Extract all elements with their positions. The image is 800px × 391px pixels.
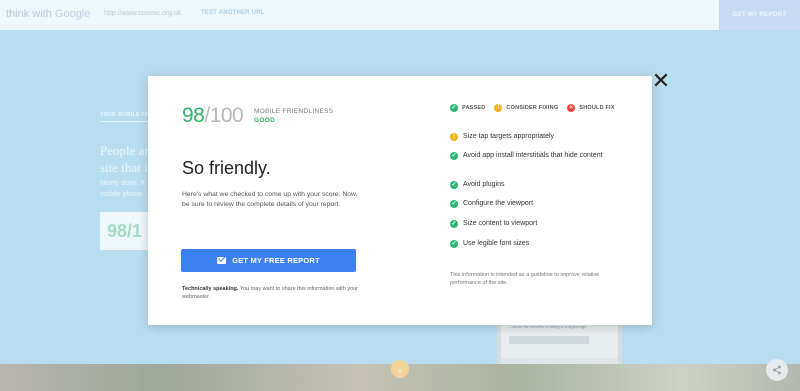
check-item-label: Use legible font sizes — [463, 240, 530, 247]
background-heading-line2: site that is — [100, 160, 153, 175]
mail-icon — [217, 257, 227, 264]
close-icon: ✕ — [651, 68, 671, 93]
share-icon — [773, 365, 781, 375]
technical-note-bold: Technically speaking. — [182, 286, 239, 292]
background-score: 98/1 — [107, 221, 143, 241]
background-heading-line1: People are — [100, 143, 155, 158]
get-my-report-button[interactable]: GET MY REPORT — [719, 0, 800, 30]
check-item-label: Size content to viewport — [463, 220, 538, 227]
exclamation-icon: ! — [450, 133, 458, 141]
background-score-card: 98/1 — [100, 212, 148, 250]
check-item: ✓ Avoid plugins — [450, 180, 505, 190]
legend-passed: ✓ PASSED — [450, 104, 485, 112]
check-item-label: Size tap targets appropriately — [463, 133, 555, 140]
score-total: /100 — [204, 104, 244, 127]
status-legend: ✓ PASSED ! CONSIDER FIXING × SHOULD FIX — [450, 104, 615, 112]
chevron-down-icon: ⌄ — [396, 363, 404, 374]
brand-prefix: think with — [6, 8, 52, 20]
score-value: 98 — [182, 104, 205, 127]
check-item-label: Avoid plugins — [463, 181, 505, 188]
background-divider — [100, 121, 148, 122]
tested-url: http://www.cosmic.org.uk — [104, 10, 182, 17]
legend-passed-label: PASSED — [462, 105, 486, 111]
share-button[interactable] — [766, 359, 788, 381]
modal-description: Here's what we checked to come up with y… — [182, 191, 358, 208]
phone-preview-bar — [509, 336, 589, 344]
background-body-line2: mobile phone. — [100, 191, 144, 198]
get-free-report-button[interactable]: GET MY FREE REPORT — [181, 249, 356, 272]
exclamation-icon: ! — [494, 104, 503, 112]
test-another-url-link[interactable]: TEST ANOTHER URL — [201, 10, 265, 16]
background-heading: People are site that is — [100, 142, 155, 176]
check-icon: ✓ — [450, 104, 458, 112]
check-icon: ✓ — [450, 240, 458, 248]
scroll-down-button[interactable]: ⌄ — [391, 360, 409, 378]
check-item: ✓ Configure the viewport — [450, 199, 533, 209]
check-item-label: Avoid app install interstitials that hid… — [463, 152, 603, 159]
get-free-report-label: GET MY FREE REPORT — [232, 256, 320, 265]
legend-fix-label: SHOULD FIX — [579, 105, 615, 111]
results-modal: 98/100 MOBILE FRIENDLINESS GOOD So frien… — [148, 76, 652, 325]
phone-preview: ...about the benefits of being in a digi… — [497, 318, 622, 368]
background-section-label: YOUR MOBILE FRI — [100, 112, 151, 118]
check-item: ✓ Use legible font sizes — [450, 239, 529, 249]
legend-consider-label: CONSIDER FIXING — [506, 105, 559, 111]
check-item-label: Configure the viewport — [463, 200, 534, 207]
brand-name: Google — [54, 8, 91, 20]
score-rating: GOOD — [254, 117, 276, 124]
close-modal-button[interactable]: ✕ — [651, 68, 671, 93]
check-icon: ✓ — [450, 152, 458, 160]
guideline-footnote: This information is intended as a guidel… — [450, 272, 600, 286]
check-item: ✓ Avoid app install interstitials that h… — [450, 151, 603, 161]
technical-note: Technically speaking. You may want to sh… — [182, 285, 372, 301]
x-icon: × — [567, 104, 576, 112]
legend-should-fix: × SHOULD FIX — [567, 104, 614, 112]
check-icon: ✓ — [450, 200, 458, 208]
score: 98/100 — [182, 104, 244, 128]
background-body: Nicely done. It mobile phone. — [100, 178, 144, 200]
legend-consider-fixing: ! CONSIDER FIXING — [494, 104, 558, 112]
top-bar: think with Google http://www.cosmic.org.… — [0, 0, 800, 30]
score-label: MOBILE FRIENDLINESS — [254, 108, 334, 115]
modal-headline: So friendly. — [182, 158, 271, 178]
check-icon: ✓ — [450, 220, 458, 228]
check-item: ! Size tap targets appropriately — [450, 132, 554, 142]
background-body-line1: Nicely done. It — [100, 180, 145, 187]
brand-logo[interactable]: think with Google — [6, 8, 90, 20]
check-icon: ✓ — [450, 181, 458, 189]
check-item: ✓ Size content to viewport — [450, 219, 537, 229]
